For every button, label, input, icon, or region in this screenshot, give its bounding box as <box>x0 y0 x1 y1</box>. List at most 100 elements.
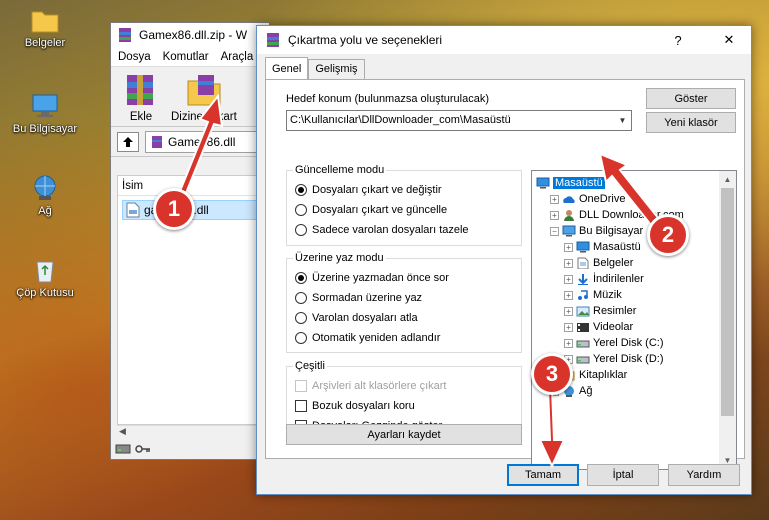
winrar-window: Gamex86.dll.zip - W Dosya Komutlar Araçl… <box>110 22 270 460</box>
drive-icon <box>576 340 590 348</box>
user-icon <box>564 210 574 221</box>
recycle-bin-icon <box>36 261 54 283</box>
tree-scrollbar[interactable]: ▲ ▼ <box>719 171 736 469</box>
tree-item-label: İndirilenler <box>593 273 644 285</box>
tab-genel[interactable]: Genel <box>265 57 309 79</box>
drive-icon <box>576 356 590 364</box>
scroll-thumb[interactable] <box>721 188 734 416</box>
tree-item[interactable]: + Yerel Disk (C:) <box>564 335 664 351</box>
expand-icon[interactable]: + <box>564 258 573 268</box>
file-list-scrollbar[interactable]: ◀ <box>117 425 269 439</box>
misc-option-keep-broken[interactable]: Bozuk dosyaları koru <box>295 400 415 412</box>
tree-item-label: Yerel Disk (D:) <box>593 353 664 365</box>
option-label: Otomatik yeniden adlandır <box>312 332 441 344</box>
update-mode-title: Güncelleme modu <box>293 164 387 176</box>
show-button[interactable]: Göster <box>646 88 736 109</box>
winrar-titlebar[interactable]: Gamex86.dll.zip - W <box>111 23 269 47</box>
tab-gelismis[interactable]: Gelişmiş <box>308 59 365 79</box>
winrar-menubar: Dosya Komutlar Araçla <box>111 47 269 67</box>
extract-to-button[interactable]: Dizine Çıkart <box>171 73 237 126</box>
help-title-button[interactable]: ? <box>656 26 700 54</box>
option-label: Üzerine yazmadan önce sor <box>312 272 449 284</box>
step-badge-2: 2 <box>647 214 689 256</box>
archive-icon <box>152 135 162 148</box>
tree-item[interactable]: + Resimler <box>564 303 636 319</box>
add-button[interactable]: Ekle <box>121 73 161 126</box>
expand-icon[interactable]: + <box>564 290 573 300</box>
target-path-label: Hedef konum (bulunmazsa oluşturulacak) <box>286 93 489 105</box>
column-header-name[interactable]: İsim <box>118 176 268 196</box>
expand-icon[interactable]: + <box>564 306 573 316</box>
tree-item[interactable]: Masaüstü <box>536 175 605 191</box>
key-status-icon[interactable] <box>135 443 151 455</box>
desktop-icon-ag[interactable]: Ağ <box>5 174 85 217</box>
overwrite-option-rename[interactable]: Otomatik yeniden adlandır <box>295 332 440 344</box>
desktop-icon-belgeler[interactable]: Belgeler <box>5 6 85 49</box>
dll-file-icon <box>126 202 140 218</box>
tree-item[interactable]: + Videolar <box>564 319 633 335</box>
option-label: Bozuk dosyaları koru <box>312 400 415 412</box>
tree-item[interactable]: + Müzik <box>564 287 622 303</box>
expand-icon[interactable]: + <box>564 338 573 348</box>
up-arrow-icon <box>123 136 133 147</box>
archive-path[interactable]: Gamex86.dll <box>145 130 269 153</box>
tree-item[interactable]: + İndirilenler <box>564 271 644 287</box>
expand-icon[interactable]: + <box>564 242 573 252</box>
checkbox[interactable] <box>295 400 307 412</box>
chevron-down-icon[interactable]: ▼ <box>614 111 631 130</box>
overwrite-option-ask[interactable]: Üzerine yazmadan önce sor <box>295 272 449 284</box>
radio[interactable] <box>295 332 307 344</box>
general-tab-panel: Hedef konum (bulunmazsa oluşturulacak) C… <box>265 79 745 470</box>
update-option-freshen[interactable]: Sadece varolan dosyaları tazele <box>295 224 469 236</box>
menu-dosya[interactable]: Dosya <box>118 51 151 63</box>
ok-button[interactable]: Tamam <box>507 464 579 486</box>
winrar-icon <box>267 33 279 47</box>
tree-item-label: Masaüstü <box>593 241 641 253</box>
up-folder-button[interactable] <box>117 131 139 152</box>
drive-status-icon[interactable] <box>115 443 131 455</box>
expand-icon[interactable]: + <box>550 194 559 204</box>
tree-item[interactable]: − Bu Bilgisayar <box>550 223 643 239</box>
radio[interactable] <box>295 204 307 216</box>
computer-icon <box>32 94 58 117</box>
new-folder-button[interactable]: Yeni klasör <box>646 112 736 133</box>
desktop-icon-label: Belgeler <box>24 37 66 49</box>
overwrite-option-without-prompt[interactable]: Sormadan üzerine yaz <box>295 292 422 304</box>
expand-icon[interactable]: + <box>550 210 559 220</box>
folder-tree[interactable]: Masaüstü + OneDrive + DLL Downloader.com − Bu … <box>531 170 737 470</box>
tree-item[interactable]: + OneDrive <box>550 191 625 207</box>
target-path-combobox[interactable]: C:\Kullanıcılar\DllDownloader_com\Masaüs… <box>286 110 632 131</box>
update-option-extract-replace[interactable]: Dosyaları çıkart ve değiştir <box>295 184 442 196</box>
menu-komutlar[interactable]: Komutlar <box>163 51 209 63</box>
collapse-icon[interactable]: − <box>550 226 559 236</box>
expand-icon[interactable]: + <box>564 322 573 332</box>
radio-selected[interactable] <box>295 184 307 196</box>
radio[interactable] <box>295 292 307 304</box>
tree-item-label: Yerel Disk (C:) <box>593 337 664 349</box>
menu-araclar[interactable]: Araçla <box>221 51 254 63</box>
tree-item[interactable]: + Masaüstü <box>564 239 641 255</box>
scroll-up-icon[interactable]: ▲ <box>719 171 736 188</box>
radio-selected[interactable] <box>295 272 307 284</box>
cancel-button[interactable]: İptal <box>587 464 659 486</box>
overwrite-option-skip[interactable]: Varolan dosyaları atla <box>295 312 418 324</box>
add-button-label: Ekle <box>129 111 153 123</box>
dialog-titlebar[interactable]: Çıkartma yolu ve seçenekleri ? ✕ <box>257 26 751 54</box>
tree-item[interactable]: + Yerel Disk (D:) <box>564 351 664 367</box>
radio[interactable] <box>295 224 307 236</box>
save-settings-button[interactable]: Ayarları kaydet <box>286 424 522 445</box>
network-icon <box>34 175 56 200</box>
help-button[interactable]: Yardım <box>668 464 740 486</box>
radio[interactable] <box>295 312 307 324</box>
tree-item-label: Ağ <box>579 385 593 397</box>
tree-item[interactable]: + Belgeler <box>564 255 633 271</box>
option-label: Sadece varolan dosyaları tazele <box>312 224 469 236</box>
desktop-icon-bu-bilgisayar[interactable]: Bu Bilgisayar <box>5 92 85 135</box>
update-option-extract-update[interactable]: Dosyaları çıkart ve güncelle <box>295 204 447 216</box>
desktop-icon-cop-kutusu[interactable]: Çöp Kutusu <box>5 256 85 299</box>
expand-icon[interactable]: + <box>564 274 573 284</box>
winrar-toolbar: Ekle Dizine Çıkart <box>111 67 269 127</box>
folder-icon <box>31 11 59 33</box>
close-button[interactable]: ✕ <box>707 26 751 54</box>
scroll-left-icon[interactable]: ◀ <box>119 426 126 437</box>
